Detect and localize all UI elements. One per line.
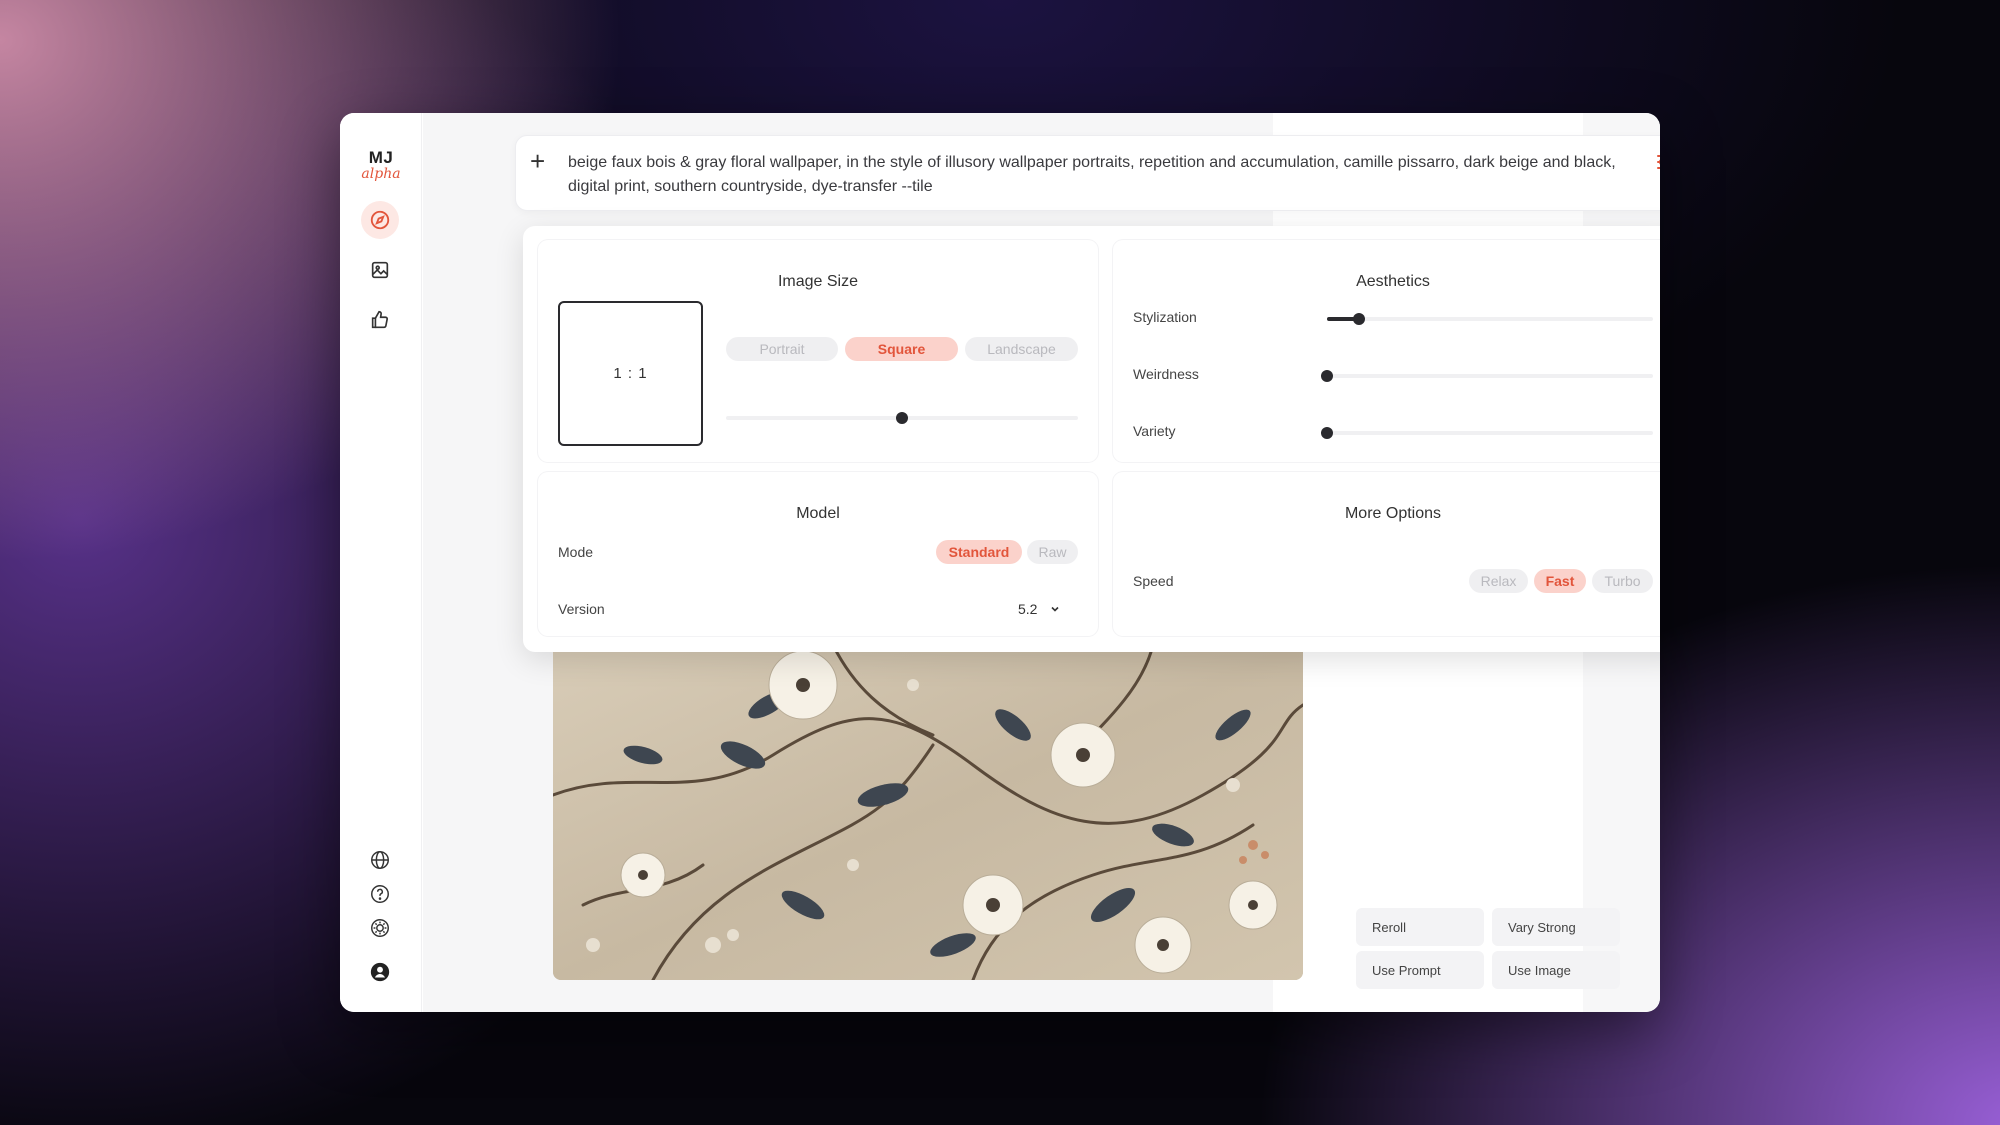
settings-panel: Image Size 1 : 1 Portrait Square Landsca… [523,226,1660,652]
app-logo[interactable]: MJ alpha [340,148,422,182]
model-card: Model Mode Standard Raw Version 5.2 [538,472,1098,636]
prompt-bar: + beige faux bois & gray floral wallpape… [515,135,1660,211]
nav-explore[interactable] [361,201,399,239]
vary-strong-button[interactable]: Vary Strong [1492,908,1620,946]
fast-speed-option[interactable]: Fast [1534,569,1586,593]
nav-theme[interactable] [361,909,399,947]
sidebar: MJ alpha [340,113,422,1012]
weirdness-slider-knob[interactable] [1321,370,1333,382]
image-size-title: Image Size [777,273,859,290]
version-select[interactable]: 5.2 [1018,598,1078,620]
standard-mode-option[interactable]: Standard [936,540,1022,564]
variety-slider-knob[interactable] [1321,427,1333,439]
image-size-card: Image Size 1 : 1 Portrait Square Landsca… [538,240,1098,462]
chevron-down-icon [1051,606,1060,612]
nav-help[interactable] [361,875,399,913]
user-icon [370,962,390,982]
speed-label: Speed [1133,573,1174,589]
portrait-option[interactable]: Portrait [726,337,838,361]
variety-label: Variety [1133,423,1176,439]
relax-speed-option[interactable]: Relax [1469,569,1528,593]
thumbs-up-icon [371,310,388,329]
aspect-ratio-label: 1 : 1 [613,365,648,382]
more-options-card: More Options Speed Relax Fast Turbo [1113,472,1660,636]
stylization-slider[interactable] [1327,313,1653,325]
use-image-button[interactable]: Use Image [1492,951,1620,989]
aesthetics-title: Aesthetics [1356,273,1430,290]
weirdness-slider[interactable] [1321,370,1653,382]
raw-mode-option[interactable]: Raw [1027,540,1078,564]
app-window: MJ alpha Reroll Vary Strong Use Prompt U… [340,113,1660,1012]
question-icon [371,885,389,903]
main-area: Reroll Vary Strong Use Prompt Use Image [423,113,1660,1012]
variety-slider[interactable] [1321,427,1653,439]
generated-image[interactable] [553,645,1303,980]
turbo-speed-option[interactable]: Turbo [1592,569,1653,593]
logo-text: MJ [368,148,394,167]
logo-sub: alpha [361,166,401,182]
use-prompt-button[interactable]: Use Prompt [1356,951,1484,989]
nav-language[interactable] [361,841,399,879]
prompt-input[interactable]: beige faux bois & gray floral wallpaper,… [568,151,1628,199]
aesthetics-card: Aesthetics Stylization Weirdness Variety [1113,240,1660,462]
nav-likes[interactable] [361,301,399,339]
version-value: 5.2 [1018,601,1038,617]
floral-wallpaper-image [553,645,1303,980]
version-label: Version [558,601,605,617]
square-option[interactable]: Square [845,337,958,361]
add-image-button[interactable]: + [530,148,545,174]
stylization-slider-knob[interactable] [1353,313,1365,325]
model-title: Model [796,505,840,522]
nav-account[interactable] [361,953,399,991]
stylization-label: Stylization [1133,309,1197,325]
aspect-ratio-slider[interactable] [726,412,1078,424]
landscape-option[interactable]: Landscape [965,337,1078,361]
brightness-icon [371,919,389,937]
aspect-ratio-preview: 1 : 1 [558,301,703,446]
mode-label: Mode [558,544,594,560]
nav-create[interactable] [361,251,399,289]
globe-icon [371,851,389,869]
image-icon [371,261,389,279]
compass-icon [370,210,390,230]
sliders-icon[interactable] [1654,150,1660,174]
aspect-ratio-slider-knob[interactable] [896,412,908,424]
more-options-title: More Options [1344,505,1442,522]
reroll-button[interactable]: Reroll [1356,908,1484,946]
weirdness-label: Weirdness [1133,366,1199,382]
